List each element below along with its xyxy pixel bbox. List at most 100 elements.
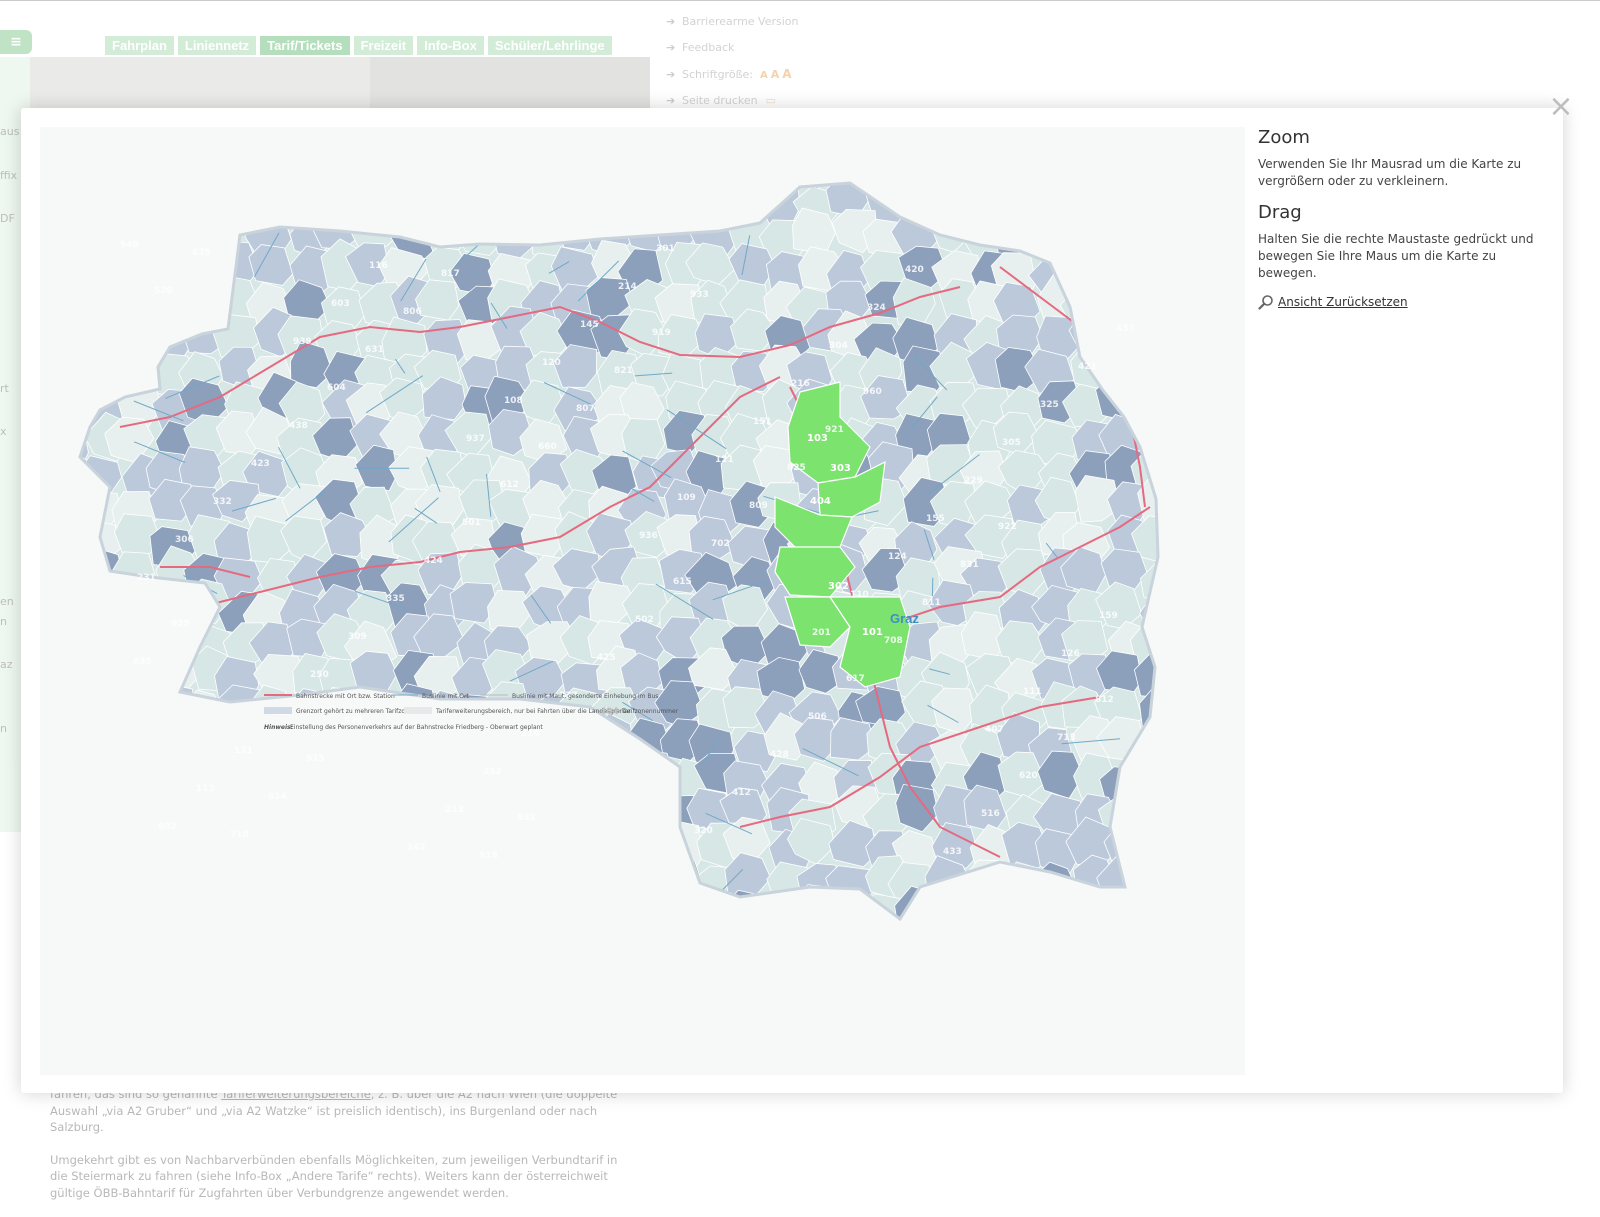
- tariff-zone: [282, 149, 328, 192]
- tariff-zone: [492, 149, 544, 189]
- tariff-zone: [760, 895, 803, 942]
- tariff-zone: [459, 896, 504, 941]
- zone-number-label: 325: [1040, 400, 1059, 410]
- zone-number-label: 809: [749, 501, 768, 511]
- tariff-zone: [387, 730, 437, 773]
- tariff-zone: [1136, 341, 1179, 386]
- tariff-zone: [623, 851, 667, 896]
- legend-zone-number-example: 404: [600, 707, 619, 717]
- tab-liniennetz[interactable]: Liniennetz: [178, 36, 256, 55]
- zone-number-label: 111: [1023, 687, 1042, 697]
- zone-map-viewport[interactable]: 9409399379361011033034043022014076026031…: [40, 127, 1245, 1075]
- tab-tarif-tickets[interactable]: Tarif/Tickets: [260, 36, 349, 55]
- zone-map: 9409399379361011033034043022014076026031…: [40, 127, 1245, 1075]
- tariff-zone: [151, 722, 200, 769]
- tariff-zone: [44, 852, 97, 897]
- tariff-zone: [896, 141, 942, 190]
- tariff-zone: [147, 313, 193, 357]
- bus-line: [999, 228, 1048, 247]
- drag-heading: Drag: [1258, 202, 1538, 223]
- left-text-fragment: n: [0, 615, 7, 628]
- tariff-zone: [83, 172, 132, 222]
- zone-number-label: 145: [580, 320, 599, 330]
- tariff-zone: [378, 139, 427, 183]
- tariff-zone: [41, 183, 92, 225]
- font-size-small-button[interactable]: A: [760, 70, 768, 81]
- zone-number-label: 922: [998, 522, 1017, 532]
- hero-banner: [30, 57, 650, 109]
- logo[interactable]: ≡: [0, 30, 32, 54]
- zone-number-label: 932: [517, 813, 536, 823]
- tariff-zone: [621, 786, 664, 832]
- zone-number-label: 501: [462, 518, 481, 528]
- tariff-zone: [972, 184, 1017, 228]
- zone-number-label: 817: [441, 269, 460, 279]
- tariff-zone: [75, 695, 121, 738]
- tariff-zone: [286, 731, 333, 773]
- tariff-zone: [1137, 318, 1181, 369]
- tariff-zone: [115, 141, 168, 185]
- tariff-zone: [551, 145, 599, 185]
- tariff-zone: [480, 728, 527, 771]
- tab-schueler-lehrlinge[interactable]: Schüler/Lehrlinge: [488, 36, 612, 55]
- tariff-zone: [181, 181, 232, 224]
- tariff-zone: [51, 590, 95, 639]
- tariff-zone: [561, 754, 609, 802]
- bus-line: [925, 225, 963, 230]
- tariff-zone: [86, 579, 135, 626]
- accessible-version-link[interactable]: ➔Barrierearme Version: [666, 8, 799, 35]
- zone-number-label: 335: [386, 594, 405, 604]
- reset-view-link[interactable]: Ansicht Zurücksetzen: [1258, 294, 1538, 310]
- tariff-zone: [1027, 176, 1073, 222]
- printer-icon: ▭: [766, 94, 776, 107]
- tariff-zone: [316, 761, 366, 806]
- tab-fahrplan[interactable]: Fahrplan: [105, 36, 174, 55]
- font-size-control: ➔Schriftgröße: AAA: [666, 61, 799, 88]
- zone-number-label: 229: [964, 476, 983, 486]
- zone-number-label: 324: [867, 303, 886, 313]
- tariff-zone: [212, 891, 260, 937]
- tariff-zone: [48, 284, 95, 334]
- zone-number-label: 925: [171, 619, 190, 629]
- feedback-link[interactable]: ➔Feedback: [666, 35, 799, 62]
- zone-number-label: 306: [175, 535, 194, 545]
- tariff-zone: [1141, 726, 1185, 776]
- zone-number-label: 159: [1099, 611, 1118, 621]
- zone-number-label: 425: [597, 653, 616, 663]
- zone-number-label: 304: [829, 341, 848, 351]
- tariff-zone: [1140, 750, 1189, 798]
- left-text-fragment: rt: [0, 382, 9, 395]
- tariff-zone: [999, 178, 1049, 224]
- close-icon[interactable]: ×: [1548, 94, 1574, 120]
- tariff-zone: [118, 725, 166, 770]
- tariff-zone: [588, 825, 631, 870]
- zone-number-label: 142: [407, 843, 426, 853]
- tariff-zone: [220, 785, 272, 830]
- tariff-zone: [1128, 890, 1172, 932]
- tab-freizeit[interactable]: Freizeit: [354, 36, 414, 55]
- tariff-zone: [349, 824, 396, 870]
- tariff-zone: [459, 758, 504, 803]
- zone-number-label: 708: [884, 636, 903, 646]
- tariff-zone: [695, 892, 743, 937]
- tariff-zone: [1136, 184, 1180, 227]
- tariff-zone: [996, 893, 1041, 936]
- tariff-zone: [80, 900, 128, 945]
- arrow-right-icon: ➔: [666, 68, 682, 81]
- tariff-zone: [732, 144, 778, 186]
- tariff-zone: [181, 280, 227, 323]
- zone-number-label: 332: [213, 497, 232, 507]
- legend-note: Einstellung des Personenverkehrs auf der…: [290, 724, 543, 731]
- reset-view-label: Ansicht Zurücksetzen: [1278, 295, 1408, 309]
- tariff-zone: [592, 861, 635, 903]
- tariff-zone: [148, 684, 195, 730]
- tariff-zone: [1106, 209, 1151, 251]
- zoom-instructions: Verwenden Sie Ihr Mausrad um die Karte z…: [1258, 156, 1538, 190]
- tariff-zone: [1061, 150, 1109, 192]
- tariff-zone: [146, 174, 191, 217]
- drag-instructions: Halten Sie die rechte Maustaste gedrückt…: [1258, 231, 1538, 282]
- tariff-zone: [151, 857, 195, 905]
- tab-info-box[interactable]: Info-Box: [417, 36, 484, 55]
- font-size-medium-button[interactable]: A: [771, 68, 780, 81]
- font-size-large-button[interactable]: A: [782, 67, 791, 81]
